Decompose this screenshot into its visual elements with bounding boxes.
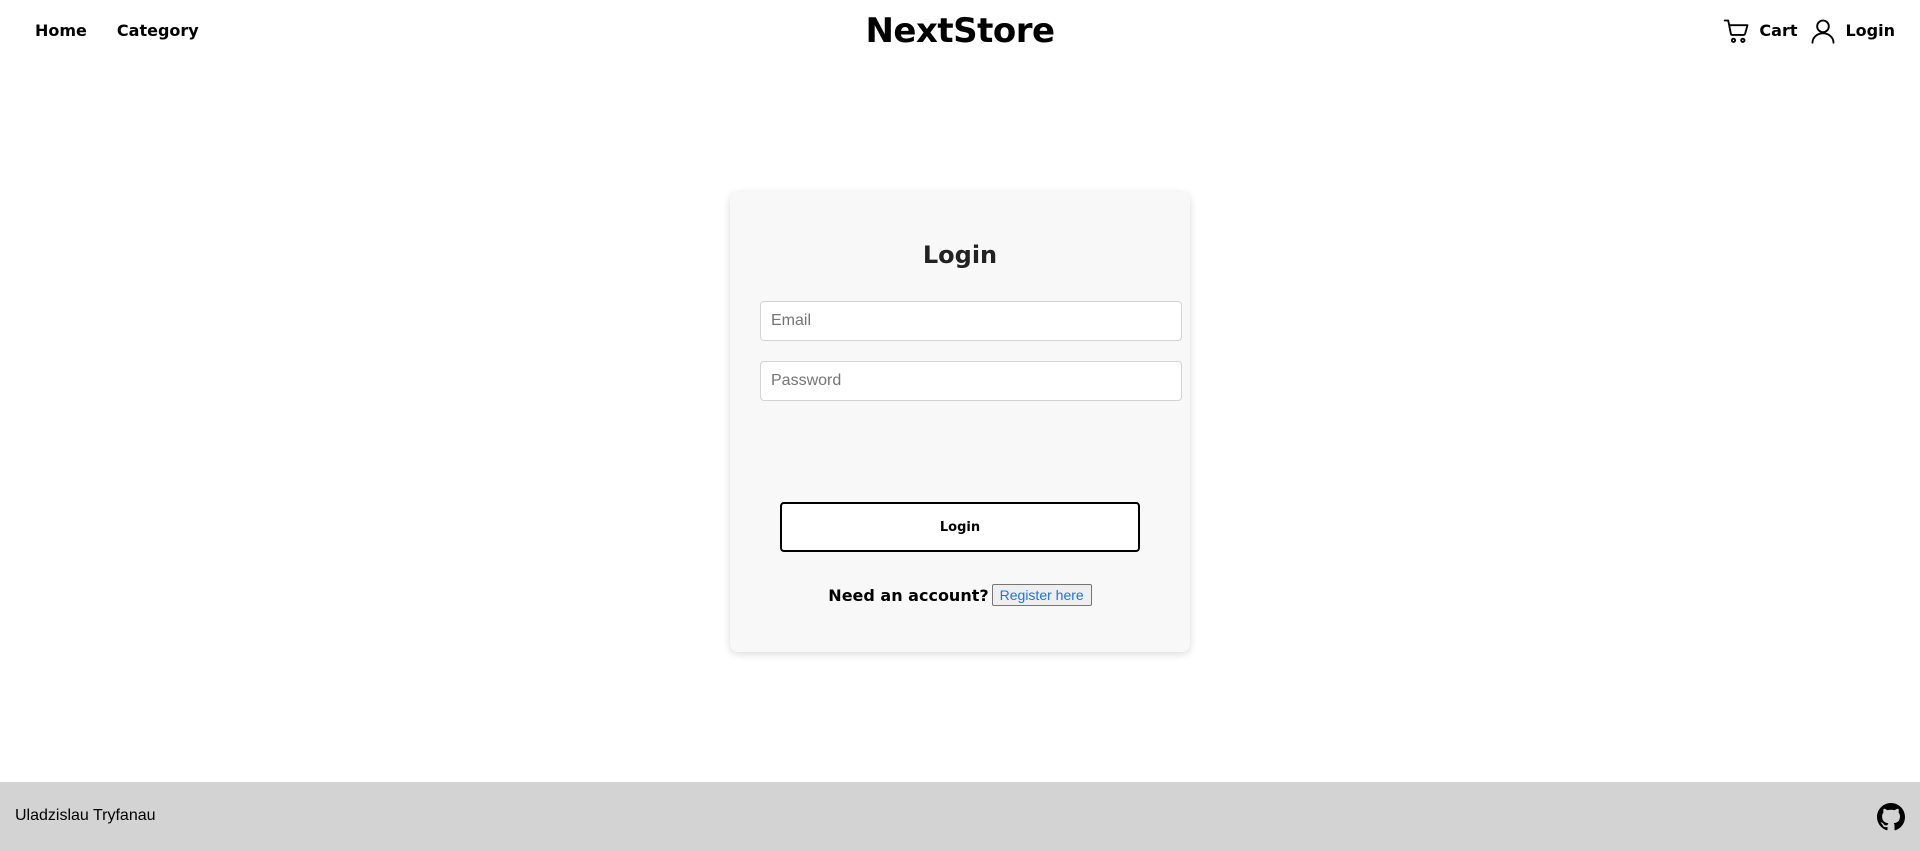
main-nav: Home Category (35, 20, 199, 42)
nav-home-link[interactable]: Home (35, 20, 87, 42)
login-link[interactable]: Login (1809, 17, 1895, 45)
register-link[interactable]: Register here (991, 584, 1092, 606)
login-label: Login (1845, 21, 1895, 40)
register-prompt: Need an account? (828, 585, 989, 605)
login-title: Login (922, 241, 998, 269)
site-header: Home Category NextStore Cart Login (0, 0, 1920, 62)
github-icon[interactable] (1877, 803, 1905, 831)
cart-label: Cart (1759, 21, 1798, 40)
page: Home Category NextStore Cart Login Login… (0, 0, 1920, 851)
register-row: Need an account? Register here (730, 584, 1190, 606)
cart-icon (1723, 17, 1751, 45)
brand-logo[interactable]: NextStore (865, 11, 1055, 51)
cart-link[interactable]: Cart (1723, 17, 1797, 45)
password-input[interactable] (760, 361, 1182, 401)
header-actions: Cart Login (1723, 17, 1895, 45)
footer-author: Uladzislau Tryfanau (15, 807, 156, 824)
login-button[interactable]: Login (780, 502, 1140, 552)
user-icon (1809, 17, 1837, 45)
email-input[interactable] (760, 301, 1182, 341)
login-card: Login Login Need an account? Register he… (730, 192, 1190, 652)
nav-category-link[interactable]: Category (117, 20, 199, 42)
brand-container: NextStore (0, 8, 1920, 54)
site-footer: Uladzislau Tryfanau (0, 782, 1920, 851)
